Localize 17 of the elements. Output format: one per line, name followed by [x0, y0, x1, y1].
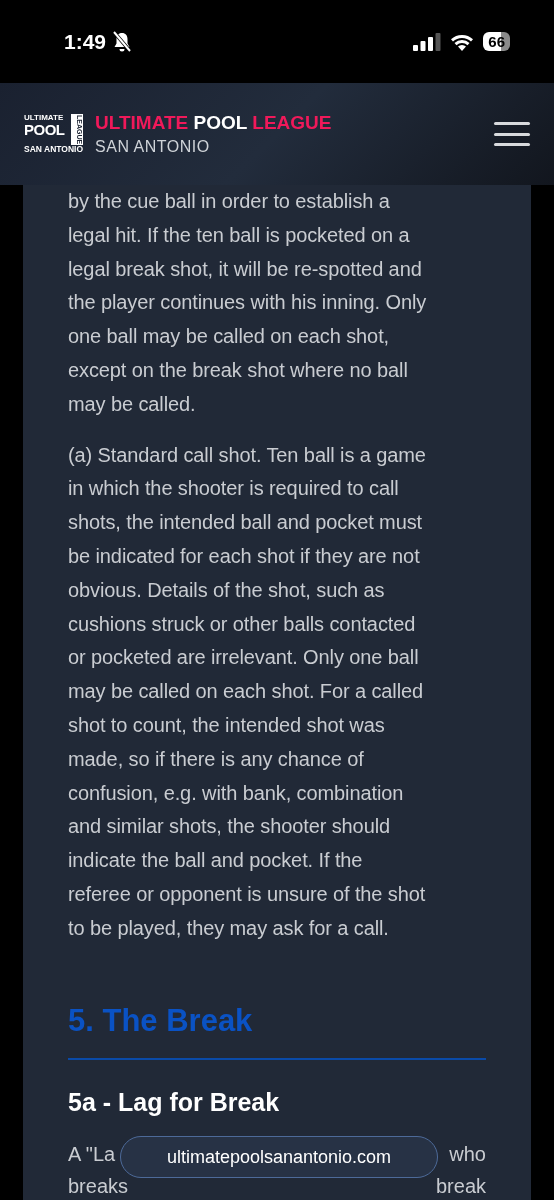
section-heading: 5. The Break	[68, 1001, 254, 1040]
body-paragraph: by the cue ball in order to establish a legal hit. If the ten ball is pocketed on a legal break shot, it will be re-spotted and the player continues with his inning. Only one ball may be called on each shot, except on the break shot where no ball may be called.	[68, 189, 428, 417]
subsection-heading: 5a - Lag for Break	[68, 1086, 281, 1118]
wifi-icon	[449, 32, 476, 51]
status-time: 1:49	[64, 29, 107, 54]
site-subtitle: SAN ANTONIO	[95, 138, 211, 156]
url-bar[interactable]: ultimatepoolsanantonio.com	[120, 1136, 438, 1178]
body-text-fragment: break	[435, 1173, 486, 1199]
site-title-word: POOL	[193, 112, 248, 133]
menu-icon[interactable]	[494, 122, 530, 146]
signal-icon	[413, 32, 442, 51]
site-title-word: LEAGUE	[252, 112, 332, 133]
body-paragraph: (a) Standard call shot. Ten ball is a game in which the shooter is required to call shots, the intended ball and pocket must be indicated for each shot if they are not obvious. Details of the shot, such as cushions struck or other balls contacted or pocketed are irrelevant. Only one ball may be called on each shot. For a called shot to count, the intended shot was made, so if there is any chance of confusion, e.g. with bank, combination and similar shots, the shooter should indicate the ball and pocket. If the referee or opponent is unsure of the shot to be played, they may ask for a call.	[68, 442, 427, 941]
body-text-fragment: who	[449, 1141, 486, 1167]
site-title-word: ULTIMATE	[95, 112, 189, 133]
battery-indicator: 66	[483, 32, 510, 51]
body-text-fragment: A "La	[68, 1141, 116, 1167]
